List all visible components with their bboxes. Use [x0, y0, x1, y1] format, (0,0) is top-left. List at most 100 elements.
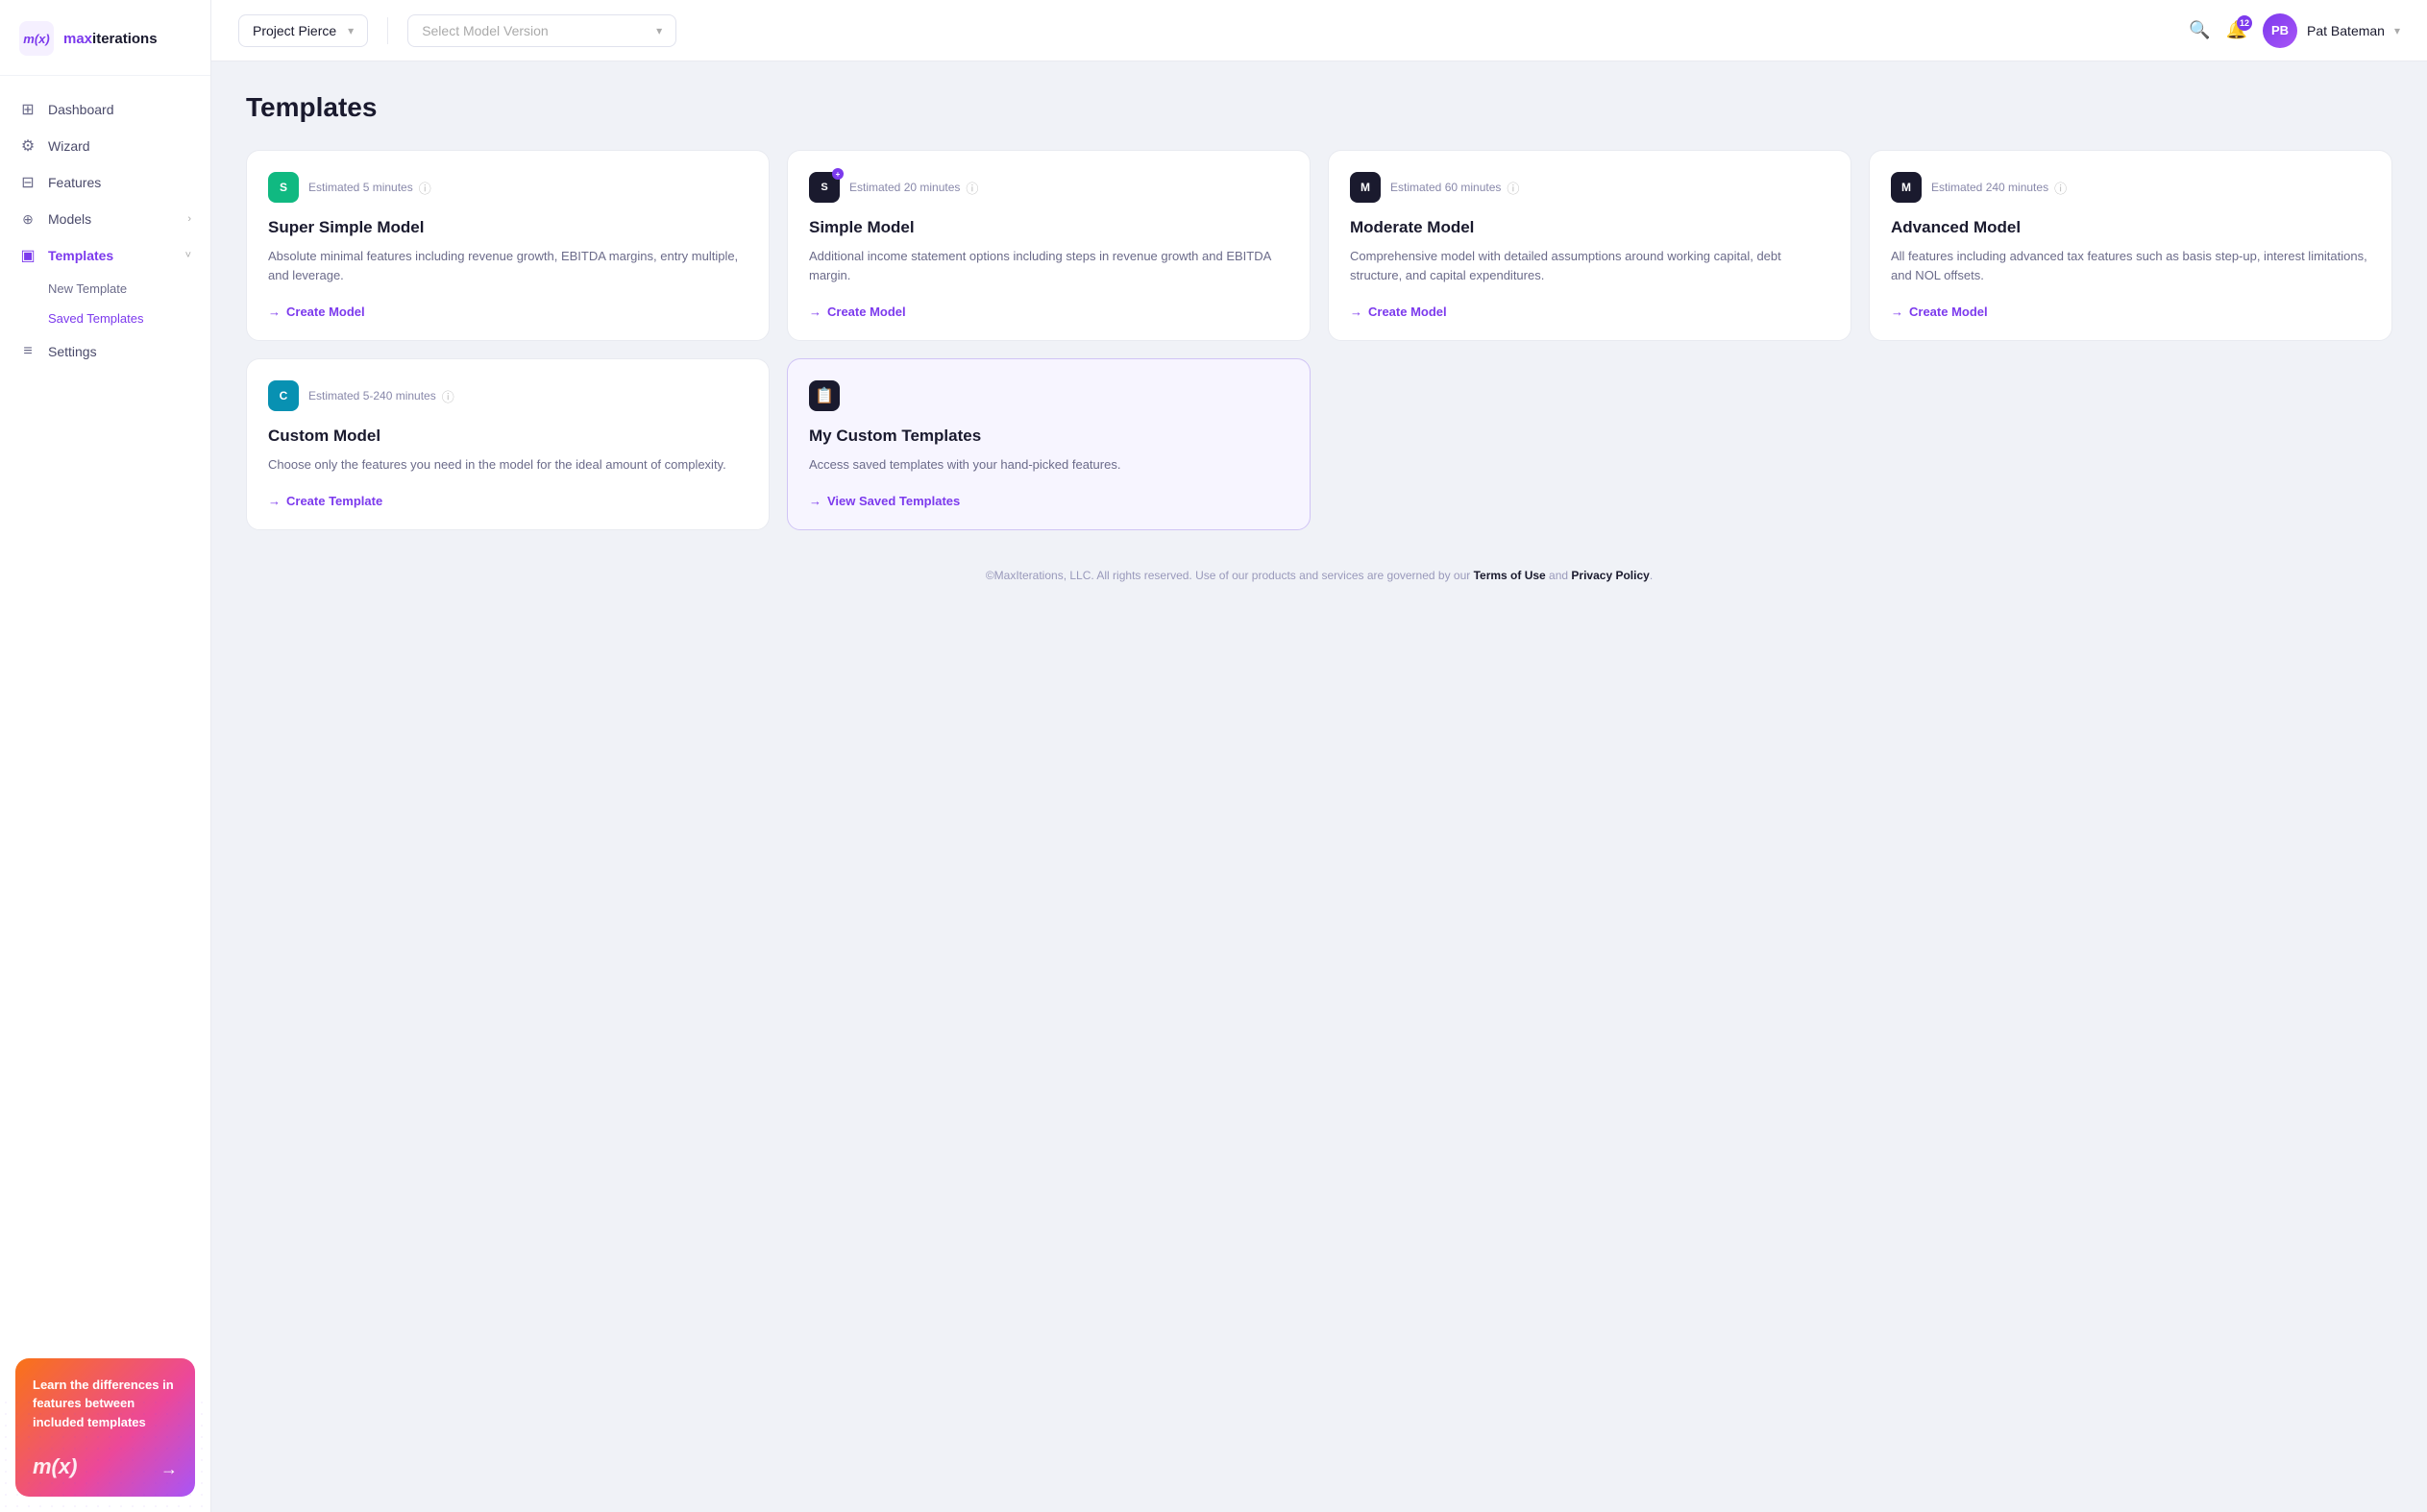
card-description: Additional income statement options incl…	[809, 247, 1288, 285]
project-selector[interactable]: Project Pierce ▾	[238, 14, 368, 47]
templates-chevron-icon: ˅	[185, 250, 191, 261]
dashboard-icon: ⊞	[19, 101, 37, 118]
create-model-button-advanced[interactable]: → Create Model	[1891, 305, 2370, 319]
header-actions: 🔍 🔔 12 PB Pat Bateman ▾	[2189, 13, 2400, 48]
estimated-time: Estimated 5-240 minutes	[308, 389, 436, 402]
notifications-button[interactable]: 🔔 12	[2226, 20, 2247, 40]
estimated-time: Estimated 240 minutes	[1931, 181, 2048, 194]
header: Project Pierce ▾ Select Model Version ▾ …	[211, 0, 2427, 61]
notification-badge: 12	[2237, 15, 2252, 31]
sidebar-promo-card[interactable]: Learn the differences in features betwee…	[15, 1358, 195, 1498]
header-divider	[387, 17, 388, 44]
view-saved-templates-button[interactable]: → View Saved Templates	[809, 494, 1288, 508]
card-title: Custom Model	[268, 427, 748, 446]
sidebar-subitem-saved-templates[interactable]: Saved Templates	[0, 304, 210, 333]
model-version-label: Select Model Version	[422, 23, 549, 38]
estimated-time: Estimated 5 minutes	[308, 181, 413, 194]
privacy-link[interactable]: Privacy Policy	[1571, 569, 1649, 582]
create-model-button-super-simple[interactable]: → Create Model	[268, 305, 748, 319]
card-header: M Estimated 60 minutes ⓘ	[1350, 172, 1829, 203]
template-card-moderate[interactable]: M Estimated 60 minutes ⓘ Moderate Model …	[1328, 150, 1851, 341]
footer-text-before: ©MaxIterations, LLC. All rights reserved…	[986, 569, 1474, 582]
info-icon[interactable]: ⓘ	[442, 387, 454, 405]
model-version-selector[interactable]: Select Model Version ▾	[407, 14, 676, 47]
advanced-badge: M	[1891, 172, 1922, 203]
user-menu-button[interactable]: PB Pat Bateman ▾	[2263, 13, 2400, 48]
info-icon[interactable]: ⓘ	[966, 179, 978, 197]
arrow-right-icon: →	[268, 494, 281, 508]
simple-badge-wrapper: S +	[809, 172, 840, 203]
sidebar-subitem-new-template[interactable]: New Template	[0, 274, 210, 304]
user-chevron-icon: ▾	[2394, 24, 2400, 37]
sidebar-logo: m(x) maxiterations	[0, 0, 210, 76]
template-grid-row1: S Estimated 5 minutes ⓘ Super Simple Mod…	[246, 150, 2392, 341]
custom-badge: C	[268, 380, 299, 411]
create-model-button-simple[interactable]: → Create Model	[809, 305, 1288, 319]
sidebar-item-label: Features	[48, 175, 101, 190]
card-meta: Estimated 240 minutes ⓘ	[1931, 179, 2067, 197]
card-title: Moderate Model	[1350, 218, 1829, 237]
info-icon[interactable]: ⓘ	[1507, 179, 1519, 197]
template-grid-row2: C Estimated 5-240 minutes ⓘ Custom Model…	[246, 358, 2392, 530]
arrow-right-icon: →	[268, 305, 281, 319]
logo-icon: m(x)	[19, 21, 54, 56]
sidebar-item-wizard[interactable]: ⚙ Wizard	[0, 128, 210, 164]
wizard-icon: ⚙	[19, 137, 37, 155]
model-chevron-icon: ▾	[656, 24, 662, 37]
arrow-right-icon: →	[1350, 305, 1362, 319]
card-meta: Estimated 20 minutes ⓘ	[849, 179, 978, 197]
action-label: Create Model	[286, 305, 365, 319]
logo-text: maxiterations	[63, 31, 158, 47]
card-header: 📋	[809, 380, 1288, 411]
template-card-custom[interactable]: C Estimated 5-240 minutes ⓘ Custom Model…	[246, 358, 770, 530]
card-meta: Estimated 60 minutes ⓘ	[1390, 179, 1519, 197]
avatar: PB	[2263, 13, 2297, 48]
create-model-button-moderate[interactable]: → Create Model	[1350, 305, 1829, 319]
sidebar-item-features[interactable]: ⊟ Features	[0, 164, 210, 201]
template-card-my-custom[interactable]: 📋 My Custom Templates Access saved templ…	[787, 358, 1311, 530]
action-label: Create Model	[1909, 305, 1988, 319]
promo-arrow-icon: →	[160, 1459, 178, 1479]
info-icon[interactable]: ⓘ	[2054, 179, 2067, 197]
estimated-time: Estimated 20 minutes	[849, 181, 960, 194]
footer-text-middle: and	[1546, 569, 1572, 582]
action-label: View Saved Templates	[827, 494, 960, 508]
main-content: Templates S Estimated 5 minutes ⓘ Super …	[211, 61, 2427, 1512]
sidebar-navigation: ⊞ Dashboard ⚙ Wizard ⊟ Features ⊕ Models…	[0, 76, 210, 1343]
sidebar-item-templates[interactable]: ▣ Templates ˅	[0, 237, 210, 274]
card-title: Simple Model	[809, 218, 1288, 237]
sidebar-item-settings[interactable]: ≡ Settings	[0, 333, 210, 370]
template-card-simple[interactable]: S + Estimated 20 minutes ⓘ Simple Model …	[787, 150, 1311, 341]
sidebar-item-models[interactable]: ⊕ Models ›	[0, 201, 210, 237]
action-label: Create Model	[1368, 305, 1447, 319]
templates-icon: ▣	[19, 247, 37, 264]
card-description: Comprehensive model with detailed assump…	[1350, 247, 1829, 285]
card-title: Super Simple Model	[268, 218, 748, 237]
template-card-advanced[interactable]: M Estimated 240 minutes ⓘ Advanced Model…	[1869, 150, 2392, 341]
footer-text-after: .	[1650, 569, 1653, 582]
sidebar-item-dashboard[interactable]: ⊞ Dashboard	[0, 91, 210, 128]
project-chevron-icon: ▾	[348, 24, 354, 37]
estimated-time: Estimated 60 minutes	[1390, 181, 1501, 194]
create-template-button[interactable]: → Create Template	[268, 494, 748, 508]
main-wrapper: Project Pierce ▾ Select Model Version ▾ …	[211, 0, 2427, 1512]
card-header: C Estimated 5-240 minutes ⓘ	[268, 380, 748, 411]
card-meta: Estimated 5 minutes ⓘ	[308, 179, 431, 197]
promo-logo: m(x)	[33, 1454, 178, 1479]
card-description: All features including advanced tax feat…	[1891, 247, 2370, 285]
card-meta: Estimated 5-240 minutes ⓘ	[308, 387, 454, 405]
models-icon: ⊕	[19, 210, 37, 228]
terms-link[interactable]: Terms of Use	[1474, 569, 1546, 582]
super-simple-badge: S	[268, 172, 299, 203]
search-button[interactable]: 🔍	[2189, 20, 2210, 40]
user-name: Pat Bateman	[2307, 23, 2385, 38]
promo-text: Learn the differences in features betwee…	[33, 1376, 178, 1432]
sidebar-item-label: Dashboard	[48, 102, 114, 117]
models-chevron-icon: ›	[187, 213, 191, 225]
card-description: Absolute minimal features including reve…	[268, 247, 748, 285]
info-icon[interactable]: ⓘ	[419, 179, 431, 197]
plus-badge: +	[832, 168, 844, 180]
arrow-right-icon: →	[1891, 305, 1903, 319]
template-card-super-simple[interactable]: S Estimated 5 minutes ⓘ Super Simple Mod…	[246, 150, 770, 341]
sidebar: m(x) maxiterations ⊞ Dashboard ⚙ Wizard …	[0, 0, 211, 1512]
